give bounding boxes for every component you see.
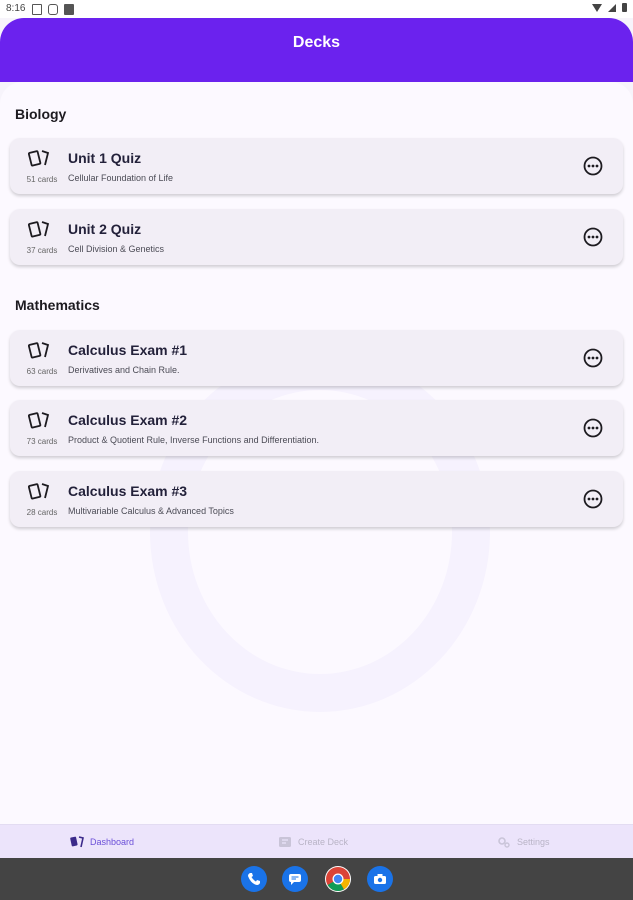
nav-create-deck[interactable]: Create Deck bbox=[278, 836, 348, 848]
deck-description: Multivariable Calculus & Advanced Topics bbox=[68, 506, 234, 516]
deck-card-calculus-exam-2[interactable]: 73 cards Calculus Exam #2 Product & Quot… bbox=[10, 400, 623, 456]
deck-name: Calculus Exam #3 bbox=[68, 483, 188, 499]
more-options-icon[interactable] bbox=[583, 489, 603, 509]
system-icons bbox=[592, 3, 627, 12]
camera-icon[interactable] bbox=[367, 866, 393, 892]
notification-icon bbox=[32, 4, 42, 15]
nav-dashboard[interactable]: Dashboard bbox=[70, 836, 134, 848]
more-options-icon[interactable] bbox=[583, 156, 603, 176]
cards-icon bbox=[28, 483, 50, 500]
deck-card-count: 28 cards bbox=[26, 508, 58, 517]
deck-description: Cell Division & Genetics bbox=[68, 244, 165, 254]
battery-icon bbox=[622, 3, 627, 12]
deck-name: Unit 2 Quiz bbox=[68, 221, 142, 237]
more-options-icon[interactable] bbox=[583, 227, 603, 247]
page-title: Decks bbox=[292, 34, 341, 51]
deck-card-calculus-exam-1[interactable]: 63 cards Calculus Exam #1 Derivatives an… bbox=[10, 330, 623, 386]
sd-card-icon bbox=[64, 4, 74, 15]
nav-label: Settings bbox=[517, 837, 550, 847]
notification-icon bbox=[48, 4, 58, 15]
nav-settings[interactable]: Settings bbox=[497, 836, 550, 848]
more-options-icon[interactable] bbox=[583, 348, 603, 368]
cards-icon bbox=[28, 150, 50, 167]
deck-description: Cellular Foundation of Life bbox=[68, 173, 174, 183]
app-bar: Decks Biology 51 cards Unit 1 Quiz Cellu… bbox=[0, 18, 633, 842]
bottom-navigation: Dashboard Create Deck Settings bbox=[0, 824, 633, 859]
deck-name: Calculus Exam #2 bbox=[68, 412, 188, 428]
deck-card-count: 63 cards bbox=[26, 367, 58, 376]
status-time: 8:16 bbox=[6, 3, 26, 14]
deck-card-unit-2-quiz[interactable]: 37 cards Unit 2 Quiz Cell Division & Gen… bbox=[10, 209, 623, 265]
deck-card-unit-1-quiz[interactable]: 51 cards Unit 1 Quiz Cellular Foundation… bbox=[10, 138, 623, 194]
chrome-icon[interactable] bbox=[325, 866, 351, 892]
deck-card-count: 37 cards bbox=[26, 246, 58, 255]
system-dock bbox=[0, 858, 633, 900]
create-deck-icon bbox=[279, 837, 291, 847]
deck-card-calculus-exam-3[interactable]: 28 cards Calculus Exam #3 Multivariable … bbox=[10, 471, 623, 527]
nav-label: Create Deck bbox=[298, 837, 349, 847]
messages-icon[interactable] bbox=[282, 866, 308, 892]
section-title-biology: Biology bbox=[15, 106, 67, 122]
deck-list[interactable]: Biology 51 cards Unit 1 Quiz Cellular Fo… bbox=[0, 82, 633, 842]
signal-icon bbox=[608, 3, 616, 12]
deck-card-count: 51 cards bbox=[26, 175, 58, 184]
section-title-mathematics: Mathematics bbox=[15, 297, 100, 313]
cards-icon bbox=[28, 412, 50, 429]
deck-name: Unit 1 Quiz bbox=[68, 150, 142, 166]
gears-icon bbox=[498, 837, 510, 848]
cards-icon bbox=[70, 836, 84, 848]
more-options-icon[interactable] bbox=[583, 418, 603, 438]
wifi-icon bbox=[592, 3, 602, 12]
deck-name: Calculus Exam #1 bbox=[68, 342, 188, 358]
nav-label: Dashboard bbox=[90, 837, 135, 847]
deck-description: Derivatives and Chain Rule. bbox=[68, 365, 180, 375]
status-bar: 8:16 bbox=[0, 0, 633, 18]
deck-description: Product & Quotient Rule, Inverse Functio… bbox=[68, 435, 319, 445]
cards-icon bbox=[28, 221, 50, 238]
deck-card-count: 73 cards bbox=[26, 437, 58, 446]
cards-icon bbox=[28, 342, 50, 359]
phone-icon[interactable] bbox=[241, 866, 267, 892]
